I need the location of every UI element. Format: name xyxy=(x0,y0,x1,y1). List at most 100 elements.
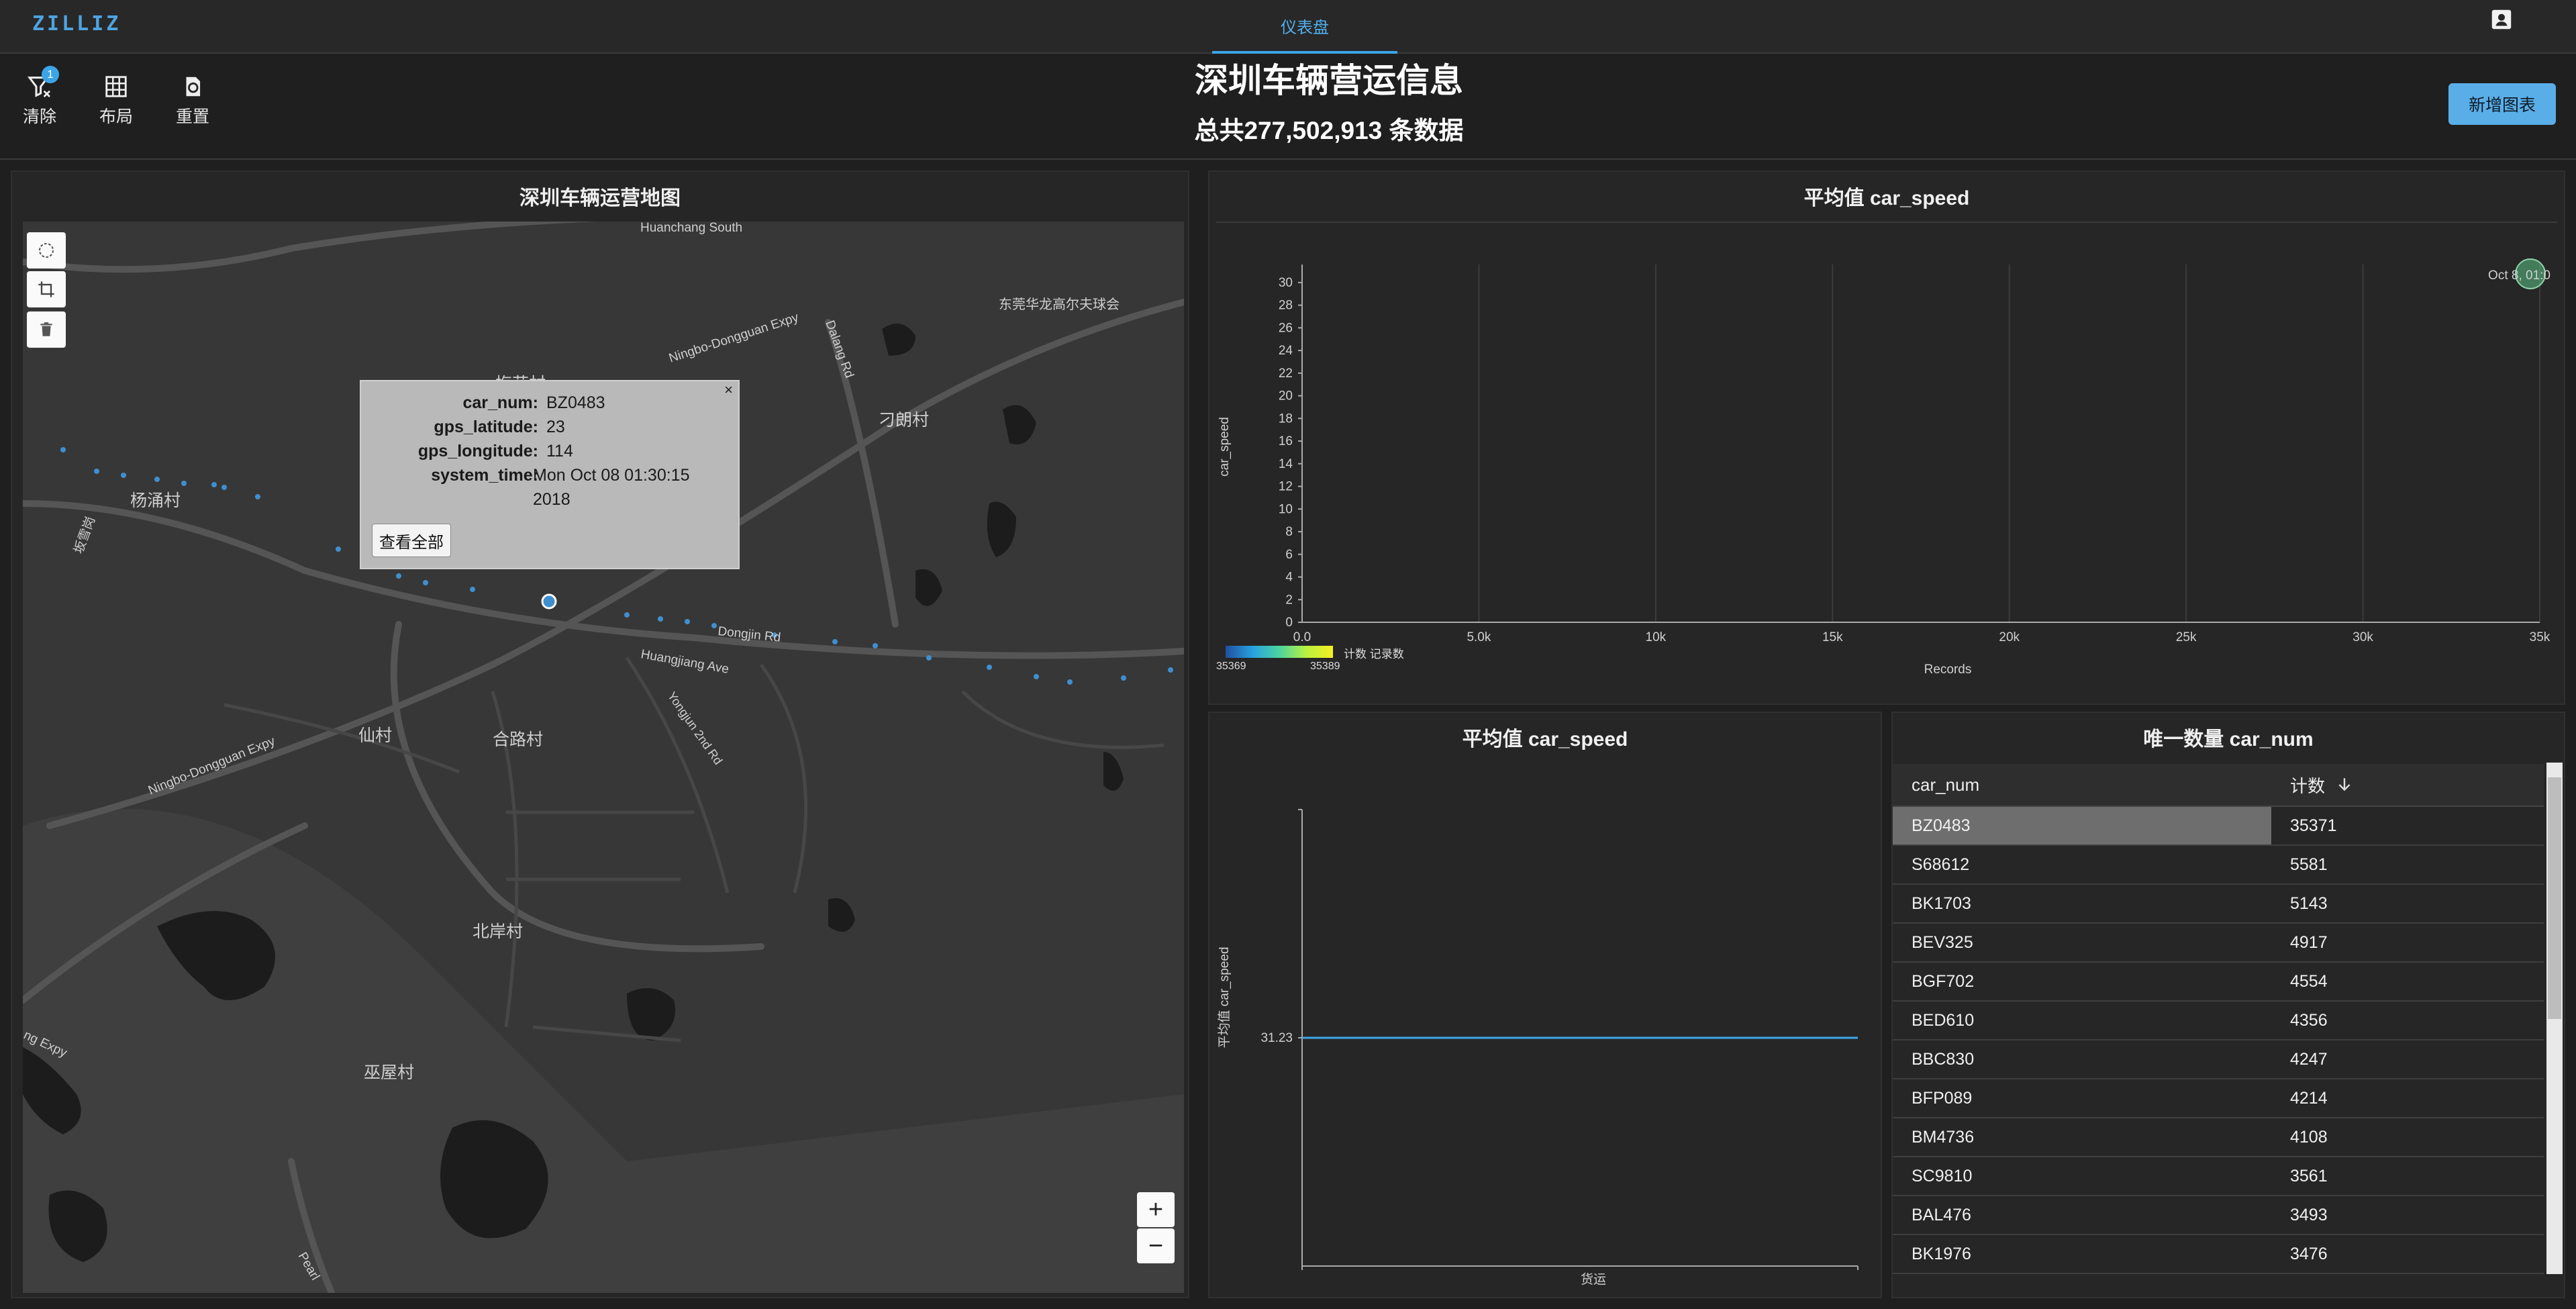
dashed-circle-icon xyxy=(39,243,54,258)
car-num-cell: BAL476 xyxy=(1912,1205,1971,1224)
table-row[interactable]: S68612 5581 xyxy=(1893,846,2544,885)
trash-icon xyxy=(40,322,52,336)
label-wuwu: 巫屋村 xyxy=(364,1063,414,1082)
car-num-cell: BFP089 xyxy=(1912,1088,1973,1108)
table-row[interactable]: BZ0483 35371 xyxy=(1893,807,2544,846)
table-row[interactable]: BEV325 4917 xyxy=(1893,924,2544,963)
x-tick-label: 35k xyxy=(2530,630,2550,644)
grid-icon xyxy=(105,76,127,97)
column-header-count-label: 计数 xyxy=(2290,775,2326,796)
count-cell: 4917 xyxy=(2290,932,2328,952)
label-diaolang: 刁朗村 xyxy=(879,411,929,430)
table-row[interactable]: BFP089 4214 xyxy=(1893,1079,2544,1118)
x-axis-label: Records xyxy=(1924,663,1972,677)
clear-filter-button[interactable]: 1 清除 xyxy=(9,66,70,128)
y-tick-label: 0 xyxy=(1285,616,1293,630)
view-all-button[interactable]: 查看全部 xyxy=(372,524,451,557)
y-axis-label: car_speed xyxy=(1218,417,1232,477)
filter-count-badge: 1 xyxy=(42,66,59,83)
reset-label: 重置 xyxy=(175,107,209,126)
label-helu: 合路村 xyxy=(493,730,543,749)
y-tick-label: 18 xyxy=(1279,411,1293,426)
label-xiancun: 仙村 xyxy=(358,726,392,745)
color-legend-bar xyxy=(1226,646,1333,658)
zilliz-logo[interactable]: ZILLIZ xyxy=(32,12,121,36)
car-num-cell: S68612 xyxy=(1912,855,1970,874)
color-legend-max: 35389 xyxy=(1310,661,1340,672)
speed-line-chart[interactable]: 31.23 平均值 car_speed 货运 xyxy=(1208,712,1882,1298)
color-legend-min: 35369 xyxy=(1216,661,1246,672)
zoom-out-button[interactable]: − xyxy=(1137,1228,1175,1263)
count-cell: 4554 xyxy=(2290,971,2328,991)
delete-shape-button[interactable] xyxy=(27,311,66,348)
zoom-in-button[interactable]: + xyxy=(1137,1192,1175,1227)
page-title: 深圳车辆营运信息 xyxy=(1195,62,1463,99)
popup-close-button[interactable]: × xyxy=(724,381,733,399)
y-tick-label: 16 xyxy=(1279,434,1293,448)
popup-key: car_num: xyxy=(462,393,538,412)
x-tick-label: 5.0k xyxy=(1467,630,1491,644)
account-icon[interactable] xyxy=(2489,7,2514,32)
y-tick-label: 26 xyxy=(1279,321,1293,335)
count-cell: 4214 xyxy=(2290,1088,2328,1108)
popup-key: gps_longitude: xyxy=(417,442,538,460)
car-num-cell: BEV325 xyxy=(1912,932,1973,952)
table-row[interactable]: BM4736 4108 xyxy=(1893,1118,2544,1157)
table-row[interactable]: BED610 4356 xyxy=(1893,1002,2544,1040)
count-cell: 5143 xyxy=(2290,893,2328,913)
y-tick-label: 4 xyxy=(1285,571,1293,585)
popup-value: Mon Oct 08 01:30:15 xyxy=(533,466,690,485)
count-cell: 3493 xyxy=(2290,1205,2328,1224)
table-row[interactable]: BK1976 3476 xyxy=(1893,1235,2544,1274)
car-num-cell: SC9810 xyxy=(1912,1166,1973,1185)
tab-dashboard[interactable]: 仪表盘 xyxy=(1212,0,1397,54)
x-tick-label: 0.0 xyxy=(1293,630,1311,644)
y-tick-label: 31.23 xyxy=(1260,1031,1293,1045)
label-yangyong: 杨涌村 xyxy=(130,491,181,510)
table-row[interactable]: BBC830 4247 xyxy=(1893,1040,2544,1079)
table-row[interactable]: SC9810 3561 xyxy=(1893,1157,2544,1196)
car-num-cell: BBC830 xyxy=(1912,1049,1975,1069)
count-cell: 3561 xyxy=(2290,1166,2328,1185)
car-num-cell: BZ0483 xyxy=(1893,807,2271,844)
y-tick-label: 6 xyxy=(1285,548,1293,562)
table-row[interactable]: BAL476 3493 xyxy=(1893,1196,2544,1235)
label-huanchang: Huanchang South xyxy=(640,222,742,235)
y-tick-label: 22 xyxy=(1279,367,1293,381)
speed-scatter-chart[interactable]: 0.0 5.0k 10k 15k 20k 25k 30k 35k024681012141618… xyxy=(1208,171,2565,705)
popup-key: gps_latitude: xyxy=(434,418,538,436)
draw-rectangle-button[interactable] xyxy=(27,271,66,307)
popup-value: 2018 xyxy=(533,490,571,509)
reset-button[interactable]: 重置 xyxy=(162,70,223,128)
popup-value: 114 xyxy=(546,442,573,460)
crop-icon xyxy=(38,281,54,297)
x-tick-label: 货运 xyxy=(1581,1272,1606,1287)
layout-button[interactable]: 布局 xyxy=(86,70,146,128)
y-tick-label: 10 xyxy=(1279,502,1293,516)
clear-label: 清除 xyxy=(22,107,56,126)
y-tick-label: 24 xyxy=(1279,344,1293,358)
car-num-cell: BK1976 xyxy=(1912,1244,1971,1263)
popup-value: BZ0483 xyxy=(546,393,605,412)
column-header-count[interactable]: 计数 xyxy=(2271,773,2353,797)
reset-icon xyxy=(186,77,201,97)
data-point-label: Oct 8, 01:0 xyxy=(2488,269,2550,283)
y-tick-label: 8 xyxy=(1285,525,1293,539)
x-tick-label: 10k xyxy=(1646,630,1667,644)
x-tick-label: 20k xyxy=(1999,630,2020,644)
table-scrollbar-thumb[interactable] xyxy=(2548,777,2561,1019)
record-count: 总共277,502,913 条数据 xyxy=(1194,117,1464,144)
label-beian: 北岸村 xyxy=(473,922,523,941)
add-chart-button[interactable]: 新增图表 xyxy=(2448,83,2556,125)
count-cell: 35371 xyxy=(2290,816,2337,835)
table-title: 唯一数量 car_num xyxy=(2143,728,2314,750)
draw-circle-button[interactable] xyxy=(27,232,66,269)
y-tick-label: 20 xyxy=(1279,389,1293,403)
column-header-car-num[interactable]: car_num xyxy=(1893,775,2271,795)
table-row[interactable]: BGF702 4554 xyxy=(1893,963,2544,1002)
y-tick-label: 30 xyxy=(1279,276,1293,290)
selected-vehicle-marker[interactable] xyxy=(541,593,557,610)
car-num-cell: BM4736 xyxy=(1912,1127,1975,1147)
y-tick-label: 14 xyxy=(1279,457,1293,471)
table-row[interactable]: BK1703 5143 xyxy=(1893,885,2544,924)
